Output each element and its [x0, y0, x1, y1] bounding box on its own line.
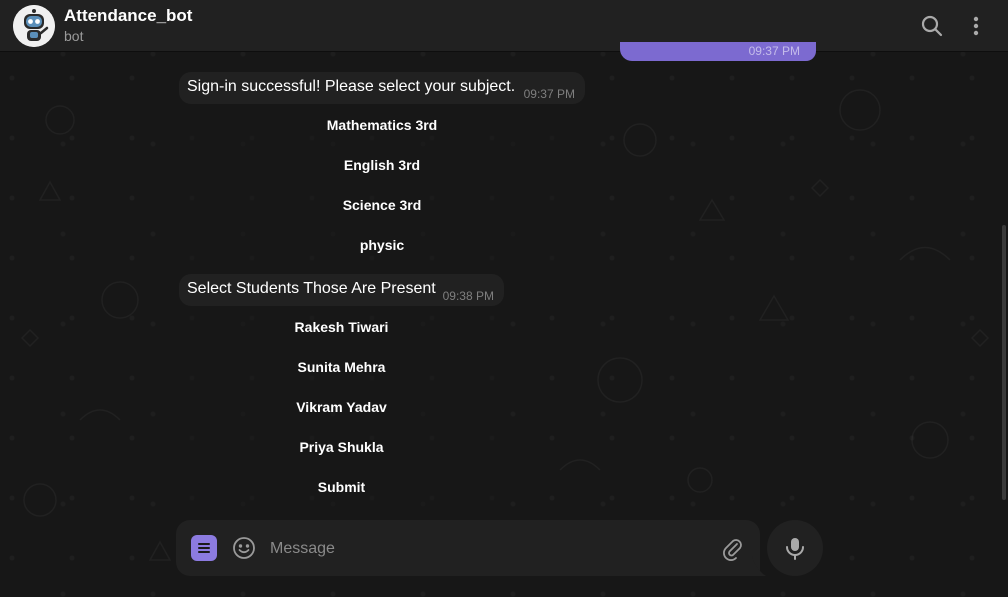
microphone-icon[interactable]: [767, 520, 823, 576]
keyboard-button-student[interactable]: Priya Shukla: [179, 427, 504, 467]
message-text: Select Students Those Are Present: [187, 280, 436, 297]
bot-menu-icon[interactable]: [191, 535, 217, 561]
robot-avatar-icon[interactable]: [13, 5, 55, 47]
inline-keyboard-subjects: Mathematics 3rd English 3rd Science 3rd …: [179, 105, 585, 265]
more-vertical-icon[interactable]: [963, 13, 989, 39]
chat-header: Attendance_bot bot: [0, 0, 1008, 52]
message-time: 09:37 PM: [748, 44, 800, 58]
message-time: 09:37 PM: [523, 87, 575, 101]
keyboard-button-subject[interactable]: Mathematics 3rd: [179, 105, 585, 145]
keyboard-button-subject[interactable]: physic: [179, 225, 585, 265]
message-text: Sign-in successful! Please select your s…: [187, 78, 516, 95]
keyboard-button-student[interactable]: Rakesh Tiwari: [179, 307, 504, 347]
keyboard-button-subject[interactable]: English 3rd: [179, 145, 585, 185]
message-input[interactable]: [268, 534, 712, 564]
incoming-message-bubble[interactable]: Sign-in successful! Please select your s…: [179, 72, 585, 104]
inline-keyboard-students: Rakesh Tiwari Sunita Mehra Vikram Yadav …: [179, 307, 504, 507]
chat-title: Attendance_bot: [64, 6, 193, 25]
keyboard-button-subject[interactable]: Science 3rd: [179, 185, 585, 225]
keyboard-button-student[interactable]: Vikram Yadav: [179, 387, 504, 427]
chat-scrollbar[interactable]: [1002, 225, 1006, 500]
keyboard-button-submit[interactable]: Submit: [179, 467, 504, 507]
message-time: 09:38 PM: [442, 289, 494, 303]
chat-subtitle: bot: [64, 28, 84, 44]
paperclip-icon[interactable]: [719, 535, 745, 561]
outgoing-message-bubble[interactable]: 09:37 PM: [620, 42, 816, 61]
chat-title-block[interactable]: Attendance_bot bot: [64, 6, 192, 45]
search-icon[interactable]: [919, 13, 945, 39]
emoji-icon[interactable]: [231, 535, 257, 561]
incoming-message-bubble[interactable]: Select Students Those Are Present 09:38 …: [179, 274, 504, 306]
keyboard-button-student[interactable]: Sunita Mehra: [179, 347, 504, 387]
composer-tail: [752, 556, 766, 576]
